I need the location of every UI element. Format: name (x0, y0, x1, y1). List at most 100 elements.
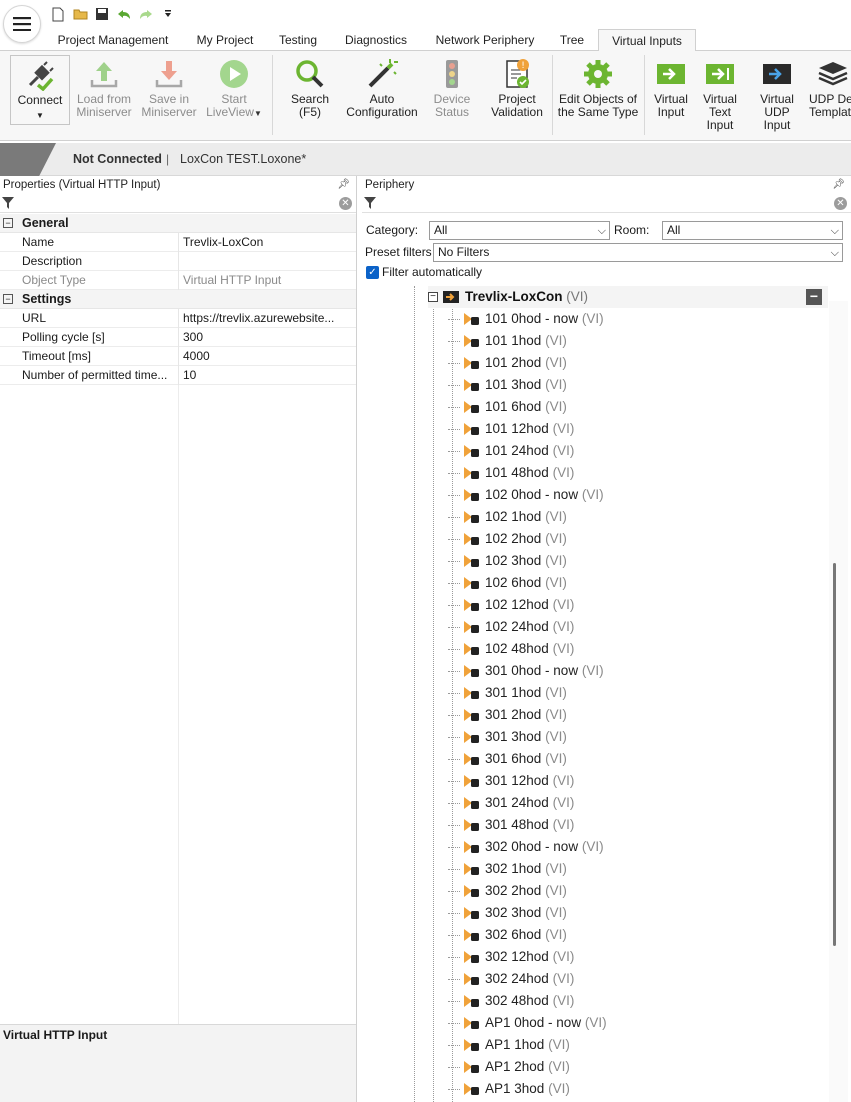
clear-filter-icon[interactable]: ✕ (339, 197, 352, 210)
tree-item[interactable]: 301 6hod (VI) (448, 748, 822, 770)
preset-filter-row: Preset filters No Filters ⌵ (365, 242, 849, 262)
tree-root-trevlix-loxcon[interactable]: − Trevlix-LoxCon (VI) − (428, 286, 828, 308)
pin-icon[interactable]: 📌︎ (337, 179, 350, 190)
virtual-input-connector-icon (464, 665, 479, 677)
category-select[interactable]: All ⌵ (429, 221, 610, 240)
scrollbar-thumb[interactable] (833, 563, 836, 946)
redo-icon[interactable] (138, 6, 154, 22)
property-timeout[interactable]: Timeout [ms] 4000 (0, 347, 356, 366)
virtual-input-connector-icon (464, 995, 479, 1007)
tree-item[interactable]: 101 3hod (VI) (448, 374, 822, 396)
tree-item[interactable]: 301 3hod (VI) (448, 726, 822, 748)
tree-item[interactable]: 301 0hod - now (VI) (448, 660, 822, 682)
device-status-button[interactable]: Device Status (428, 57, 476, 119)
tree-item[interactable]: 102 3hod (VI) (448, 550, 822, 572)
filter-icon[interactable] (2, 197, 14, 210)
tab-virtual-inputs[interactable]: Virtual Inputs (598, 29, 696, 52)
save-icon[interactable] (94, 6, 110, 22)
preset-label: Preset filters (365, 245, 432, 259)
category-settings[interactable]: − Settings (0, 290, 356, 309)
property-permitted-timeouts[interactable]: Number of permitted time... 10 (0, 366, 356, 385)
start-liveview-button[interactable]: Start LiveView▼ (204, 57, 264, 120)
tree-item[interactable]: 301 2hod (VI) (448, 704, 822, 726)
tab-my-project[interactable]: My Project (186, 29, 264, 51)
tree-item[interactable]: 102 24hod (VI) (448, 616, 822, 638)
open-folder-icon[interactable] (72, 6, 88, 22)
preset-filter-select[interactable]: No Filters ⌵ (433, 243, 843, 262)
virtual-input-connector-icon (464, 401, 479, 413)
tree-item[interactable]: 302 24hod (VI) (448, 968, 822, 990)
tree-item[interactable]: 102 1hod (VI) (448, 506, 822, 528)
tree-item[interactable]: 101 12hod (VI) (448, 418, 822, 440)
tree-item[interactable]: 102 12hod (VI) (448, 594, 822, 616)
collapse-icon[interactable]: − (428, 292, 438, 302)
tree-item[interactable]: 102 6hod (VI) (448, 572, 822, 594)
search-button[interactable]: Search (F5) (284, 57, 336, 119)
tree-item[interactable]: 101 6hod (VI) (448, 396, 822, 418)
tree-item[interactable]: 101 2hod (VI) (448, 352, 822, 374)
virtual-input-connector-icon (464, 555, 479, 567)
filter-auto-checkbox[interactable]: ✓ (366, 266, 379, 279)
collapse-icon[interactable]: − (3, 218, 13, 228)
customize-icon[interactable] (160, 6, 176, 22)
tree-item[interactable]: 302 2hod (VI) (448, 880, 822, 902)
virtual-text-input-button[interactable]: Virtual Text Input (694, 57, 746, 132)
tree-item[interactable]: 101 24hod (VI) (448, 440, 822, 462)
periphery-title: Periphery (362, 176, 851, 194)
tree-item[interactable]: 301 48hod (VI) (448, 814, 822, 836)
edit-objects-same-type-button[interactable]: Edit Objects of the Same Type (556, 57, 640, 119)
undo-icon[interactable] (116, 6, 132, 22)
tab-network-periphery[interactable]: Network Periphery (426, 29, 544, 51)
tab-testing[interactable]: Testing (270, 29, 326, 51)
project-validation-button[interactable]: ! Project Validation (486, 57, 548, 119)
tree-item[interactable]: AP1 2hod (VI) (448, 1056, 822, 1078)
tree-item[interactable]: 301 24hod (VI) (448, 792, 822, 814)
tree-item[interactable]: 102 0hod - now (VI) (448, 484, 822, 506)
virtual-input-button[interactable]: Virtual Input (648, 57, 694, 119)
tree-item[interactable]: 302 3hod (VI) (448, 902, 822, 924)
virtual-udp-input-button[interactable]: Virtual UDP Input (750, 57, 804, 132)
tree-item[interactable]: AP1 3hod (VI) (448, 1078, 822, 1100)
tree-item[interactable]: 302 12hod (VI) (448, 946, 822, 968)
udp-device-template-button[interactable]: UDP DeviTemplate (806, 57, 851, 119)
tree-item[interactable]: 101 0hod - now (VI) (448, 308, 822, 330)
svg-text:!: ! (521, 61, 525, 71)
tree-item[interactable]: 302 1hod (VI) (448, 858, 822, 880)
tab-diagnostics[interactable]: Diagnostics (334, 29, 418, 51)
tab-tree[interactable]: Tree (552, 29, 592, 51)
collapse-icon[interactable]: − (3, 294, 13, 304)
tree-item[interactable]: 302 0hod - now (VI) (448, 836, 822, 858)
tree-item[interactable]: 302 48hod (VI) (448, 990, 822, 1012)
auto-configuration-button[interactable]: Auto Configuration (342, 57, 422, 119)
property-description[interactable]: Description (0, 252, 356, 271)
tree-item[interactable]: 301 1hod (VI) (448, 682, 822, 704)
filter-icon[interactable] (364, 197, 376, 210)
tree-item[interactable]: 302 6hod (VI) (448, 924, 822, 946)
save-in-miniserver-button[interactable]: Save in Miniserver (140, 57, 198, 119)
clear-filter-icon[interactable]: ✕ (834, 197, 847, 210)
tree-item[interactable]: AP1 0hod - now (VI) (448, 1012, 822, 1034)
virtual-input-connector-icon (464, 731, 479, 743)
properties-filter[interactable]: ✕ (0, 195, 356, 213)
collapse-all-button[interactable]: − (806, 289, 822, 305)
category-general[interactable]: − General (0, 214, 356, 233)
tab-project-management[interactable]: Project Management (48, 29, 178, 51)
pin-icon[interactable]: 📌︎ (832, 179, 845, 190)
tree-item[interactable]: 301 12hod (VI) (448, 770, 822, 792)
connect-button[interactable]: Connect ▼ (10, 55, 70, 125)
new-file-icon[interactable] (50, 6, 66, 22)
property-polling-cycle[interactable]: Polling cycle [s] 300 (0, 328, 356, 347)
property-name[interactable]: Name Trevlix-LoxCon (0, 233, 356, 252)
periphery-filter[interactable]: ✕ (362, 195, 851, 213)
tree-scrollbar[interactable] (829, 301, 848, 1102)
tree-item[interactable]: 101 1hod (VI) (448, 330, 822, 352)
tree-item[interactable]: 102 2hod (VI) (448, 528, 822, 550)
room-select[interactable]: All ⌵ (662, 221, 843, 240)
property-url[interactable]: URL https://trevlix.azurewebsite... (0, 309, 356, 328)
tree-item[interactable]: 102 48hod (VI) (448, 638, 822, 660)
tree-item[interactable]: 101 48hod (VI) (448, 462, 822, 484)
chevron-down-icon: ⌵ (597, 225, 606, 237)
load-from-miniserver-button[interactable]: Load from Miniserver (75, 57, 133, 119)
tree-item[interactable]: AP1 1hod (VI) (448, 1034, 822, 1056)
filter-auto-row[interactable]: ✓ Filter automatically (365, 265, 849, 282)
